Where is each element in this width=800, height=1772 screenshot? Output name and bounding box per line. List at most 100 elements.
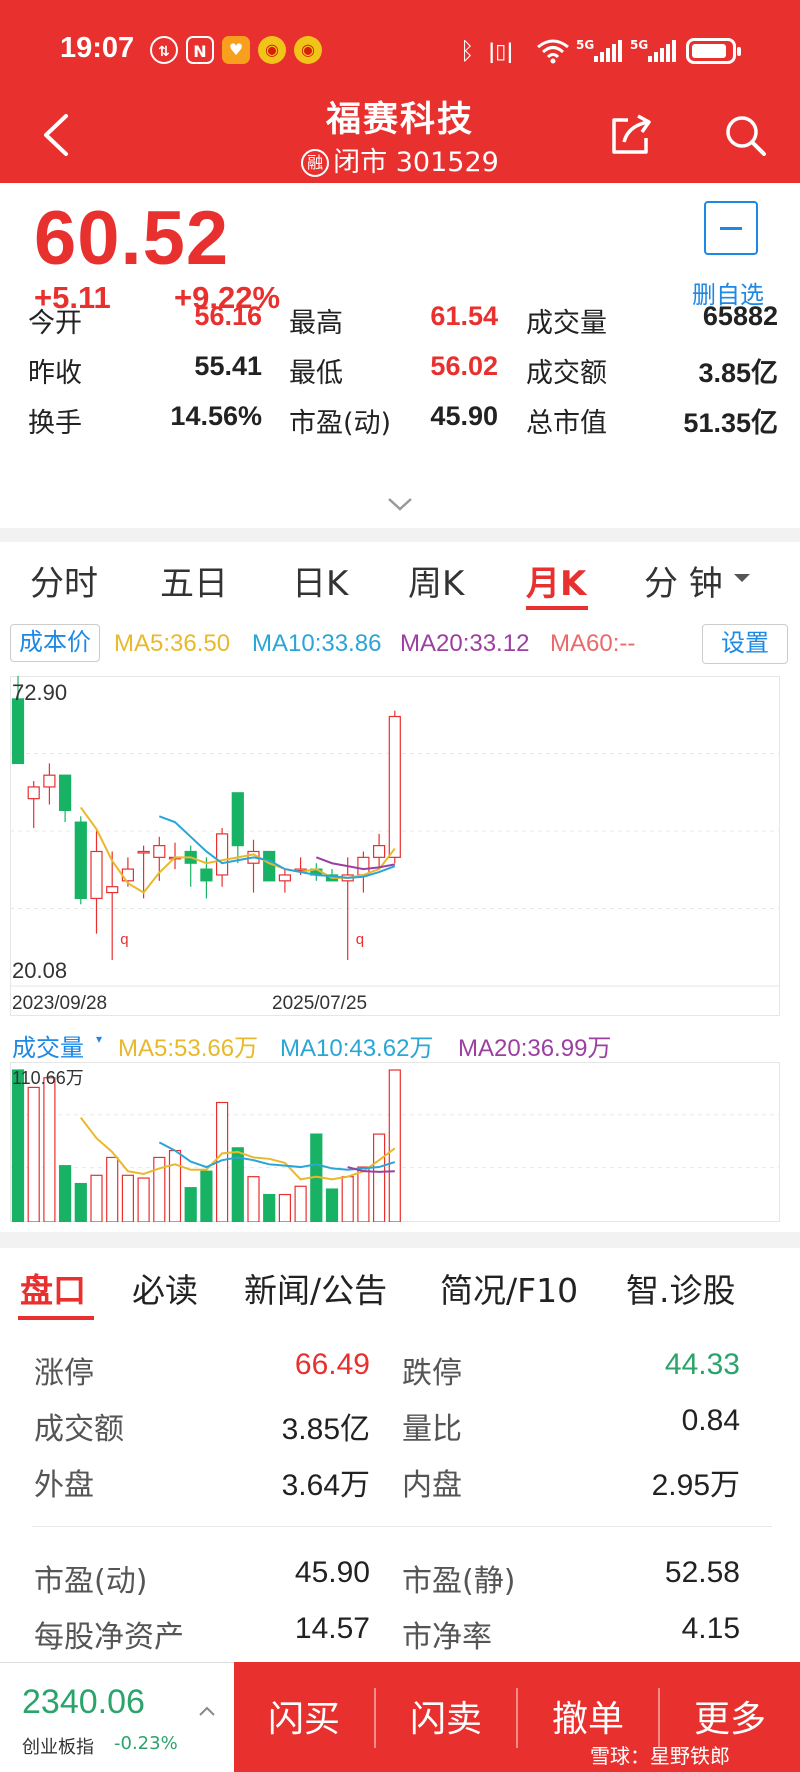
panel-value: 4.15 <box>681 1612 740 1645</box>
volume-bar <box>121 1174 135 1222</box>
volume-bar <box>263 1193 276 1222</box>
tab-daily-k[interactable]: 日K <box>292 556 348 605</box>
volume-bar <box>247 1176 260 1222</box>
chart-period-tabs: 分时 五日 日K 周K 月K 分 钟 <box>0 548 800 612</box>
volume-bar <box>294 1185 307 1222</box>
active-tab-underline-2 <box>18 1316 94 1320</box>
stock-name: 福赛科技 <box>325 100 474 140</box>
panel-value: 3.64万 <box>281 1469 370 1502</box>
volume-bar <box>341 1176 354 1222</box>
index-ticker[interactable]: 2340.06 创业板指 -0.23% <box>0 1662 234 1772</box>
weibo-icon: ◉ <box>258 36 286 64</box>
bluetooth-icon: ᛒ <box>460 37 475 65</box>
quote-panel: 60.52 +5.11 +9.22% 删自选 今开 56.16 最高 61.54… <box>0 183 800 528</box>
panel-value: 2.95万 <box>651 1469 740 1502</box>
stat-label-open: 今开 <box>28 308 82 339</box>
tab-news[interactable]: 新闻/公告 <box>244 1264 387 1312</box>
panel-divider <box>32 1526 772 1527</box>
wifi-icon <box>537 39 569 64</box>
price-max-label: 72.90 <box>12 680 67 705</box>
end-date-label: 2025/07/25 <box>272 993 367 1014</box>
chevron-down-icon[interactable] <box>386 495 414 513</box>
stat-label-market-cap: 总市值 <box>526 408 607 439</box>
market-status-code: 闭市 301529 <box>333 147 499 178</box>
quick-buy-button[interactable]: 闪买 <box>234 1690 374 1742</box>
quick-sell-button[interactable]: 闪卖 <box>376 1690 516 1742</box>
stat-label-volume: 成交量 <box>526 308 607 339</box>
panel-value: 44.33 <box>664 1348 740 1381</box>
candlestick-chart[interactable]: q q 72.90 20.08 2023/09/28 2025/07/25 <box>10 676 780 1016</box>
tab-must-read[interactable]: 必读 <box>132 1264 198 1312</box>
candle <box>388 715 401 858</box>
low-marker-label: q <box>120 931 128 948</box>
volume-bar <box>168 1149 182 1222</box>
panel-value: 45.90 <box>294 1556 370 1589</box>
search-icon[interactable] <box>722 112 768 158</box>
vibrate-icon: |▯| <box>488 39 514 63</box>
panel-value: 66.49 <box>294 1348 370 1381</box>
volume-bar <box>90 1174 103 1222</box>
signal-5g-icon-2 <box>648 40 676 62</box>
volume-bar <box>74 1182 87 1222</box>
volume-caret-icon[interactable]: ▾ <box>96 1032 102 1046</box>
tab-diagnosis[interactable]: 智.诊股 <box>626 1264 736 1312</box>
ma5-price-label: MA5:36.50 <box>114 630 231 657</box>
tab-minute[interactable]: 分 钟 <box>644 556 723 605</box>
volume-bar <box>184 1187 197 1222</box>
battery-icon <box>686 38 741 64</box>
index-change: -0.23% <box>114 1733 178 1754</box>
caret-down-icon[interactable] <box>734 574 750 582</box>
volume-max-label: 110.66万 <box>12 1068 84 1088</box>
volume-bar <box>388 1069 401 1222</box>
panel-value: 52.58 <box>664 1556 740 1589</box>
active-tab-underline <box>526 606 588 610</box>
data-saver-icon: ⇅ <box>150 36 178 64</box>
panel-label: 跌停 <box>402 1356 462 1391</box>
panel-value: 14.57 <box>294 1612 370 1645</box>
start-date-label: 2023/09/28 <box>12 993 107 1014</box>
tab-monthly-k[interactable]: 月K <box>526 556 586 605</box>
ma60-price-label: MA60:-- <box>550 630 636 657</box>
volume-ma-bar: 成交量 ▾ MA5:53.66万 MA10:43.62万 MA20:36.99万 <box>0 1022 800 1062</box>
volume-bar <box>278 1193 291 1222</box>
tab-five-day[interactable]: 五日 <box>160 556 228 605</box>
candle <box>263 850 276 882</box>
tab-intraday[interactable]: 分时 <box>30 556 98 605</box>
tab-order-book[interactable]: 盘口 <box>20 1264 86 1312</box>
candle <box>357 856 370 876</box>
chart-settings-button[interactable]: 设置 <box>702 624 788 664</box>
stat-value-low: 56.02 <box>430 351 498 381</box>
cancel-order-button[interactable]: 撤单 <box>518 1690 658 1742</box>
panel-label: 量比 <box>402 1412 462 1447</box>
app-header: 19:07 ⇅ N ♥ ◉ ◉ ᛒ |▯| 5G 5G 福赛科技 融 闭市 30… <box>0 0 800 183</box>
more-button[interactable]: 更多 <box>660 1690 800 1742</box>
signal-5g-icon <box>594 40 622 62</box>
price-min-label: 20.08 <box>12 958 67 983</box>
candle <box>153 845 166 858</box>
stat-label-turnover-rate: 换手 <box>28 408 82 439</box>
share-icon[interactable] <box>608 112 654 158</box>
panel-label: 每股净资产 <box>34 1620 184 1655</box>
panel-value: 0.84 <box>681 1404 740 1437</box>
panel-label: 外盘 <box>34 1468 94 1503</box>
index-name: 创业板指 <box>22 1737 94 1758</box>
stat-value-prev-close: 55.41 <box>194 351 262 381</box>
volume-chart[interactable]: 110.66万 <box>10 1062 780 1222</box>
margin-trading-badge: 融 <box>301 149 330 177</box>
tab-weekly-k[interactable]: 周K <box>408 556 464 605</box>
panel-label: 涨停 <box>34 1356 94 1391</box>
tab-profile[interactable]: 简况/F10 <box>440 1264 578 1312</box>
stat-value-volume: 65882 <box>702 301 778 331</box>
panel-label: 内盘 <box>402 1468 462 1503</box>
status-bar: 19:07 ⇅ N ♥ ◉ ◉ ᛒ |▯| 5G 5G <box>0 28 800 74</box>
candle <box>11 698 25 765</box>
cost-price-button[interactable]: 成本价 <box>10 624 100 662</box>
ma10-price-label: MA10:33.86 <box>252 630 382 657</box>
chevron-up-icon[interactable] <box>198 1705 216 1717</box>
remove-watchlist-button[interactable] <box>704 201 758 255</box>
volume-title[interactable]: 成交量 <box>12 1028 84 1063</box>
volume-bar <box>11 1069 25 1222</box>
candle <box>278 874 291 882</box>
candle <box>137 850 150 854</box>
stat-value-open: 56.16 <box>194 301 262 331</box>
